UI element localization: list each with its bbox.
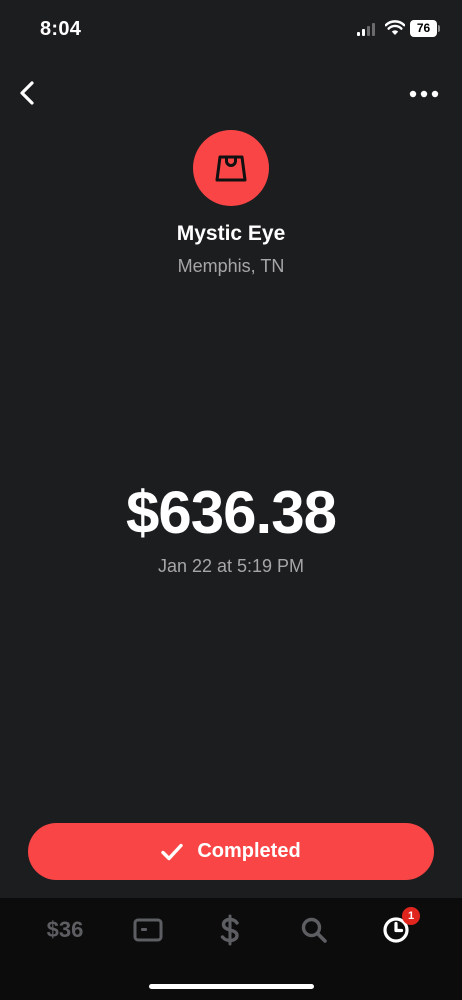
merchant-location: Memphis, TN bbox=[177, 256, 285, 276]
back-button[interactable] bbox=[14, 78, 44, 108]
status-bar: 8:04 76 bbox=[0, 0, 462, 60]
card-icon bbox=[133, 918, 163, 942]
checkmark-icon bbox=[161, 843, 184, 860]
cellular-signal-icon bbox=[357, 23, 375, 36]
wifi-icon bbox=[385, 20, 405, 35]
battery-level: 76 bbox=[410, 20, 437, 37]
completed-status-button[interactable]: Completed bbox=[28, 823, 434, 880]
shopping-bag-icon bbox=[215, 155, 247, 182]
activity-notification-badge: 1 bbox=[402, 907, 420, 925]
tab-balance[interactable]: $36 bbox=[36, 912, 94, 952]
transaction-amount: $636.38 bbox=[126, 479, 337, 546]
status-time: 8:04 bbox=[40, 18, 82, 40]
tab-pay[interactable] bbox=[214, 910, 246, 950]
tab-search[interactable] bbox=[298, 910, 330, 950]
battery-icon: 76 bbox=[410, 20, 440, 37]
completed-label: Completed bbox=[197, 840, 301, 862]
chevron-left-icon bbox=[20, 81, 34, 105]
dollar-icon bbox=[220, 914, 239, 946]
home-indicator[interactable] bbox=[149, 984, 314, 989]
transaction-detail-screen: 8:04 76 Mystic Eye Memphis, TN $636.38 J… bbox=[0, 0, 462, 1000]
tab-card[interactable] bbox=[132, 910, 164, 950]
merchant-name[interactable]: Mystic Eye bbox=[0, 222, 462, 246]
more-options-button[interactable] bbox=[404, 82, 444, 106]
search-icon bbox=[301, 917, 327, 943]
transaction-date: Jan 22 at 5:19 PM bbox=[157, 556, 305, 576]
more-dots-icon bbox=[409, 90, 439, 98]
merchant-avatar[interactable] bbox=[193, 130, 269, 206]
